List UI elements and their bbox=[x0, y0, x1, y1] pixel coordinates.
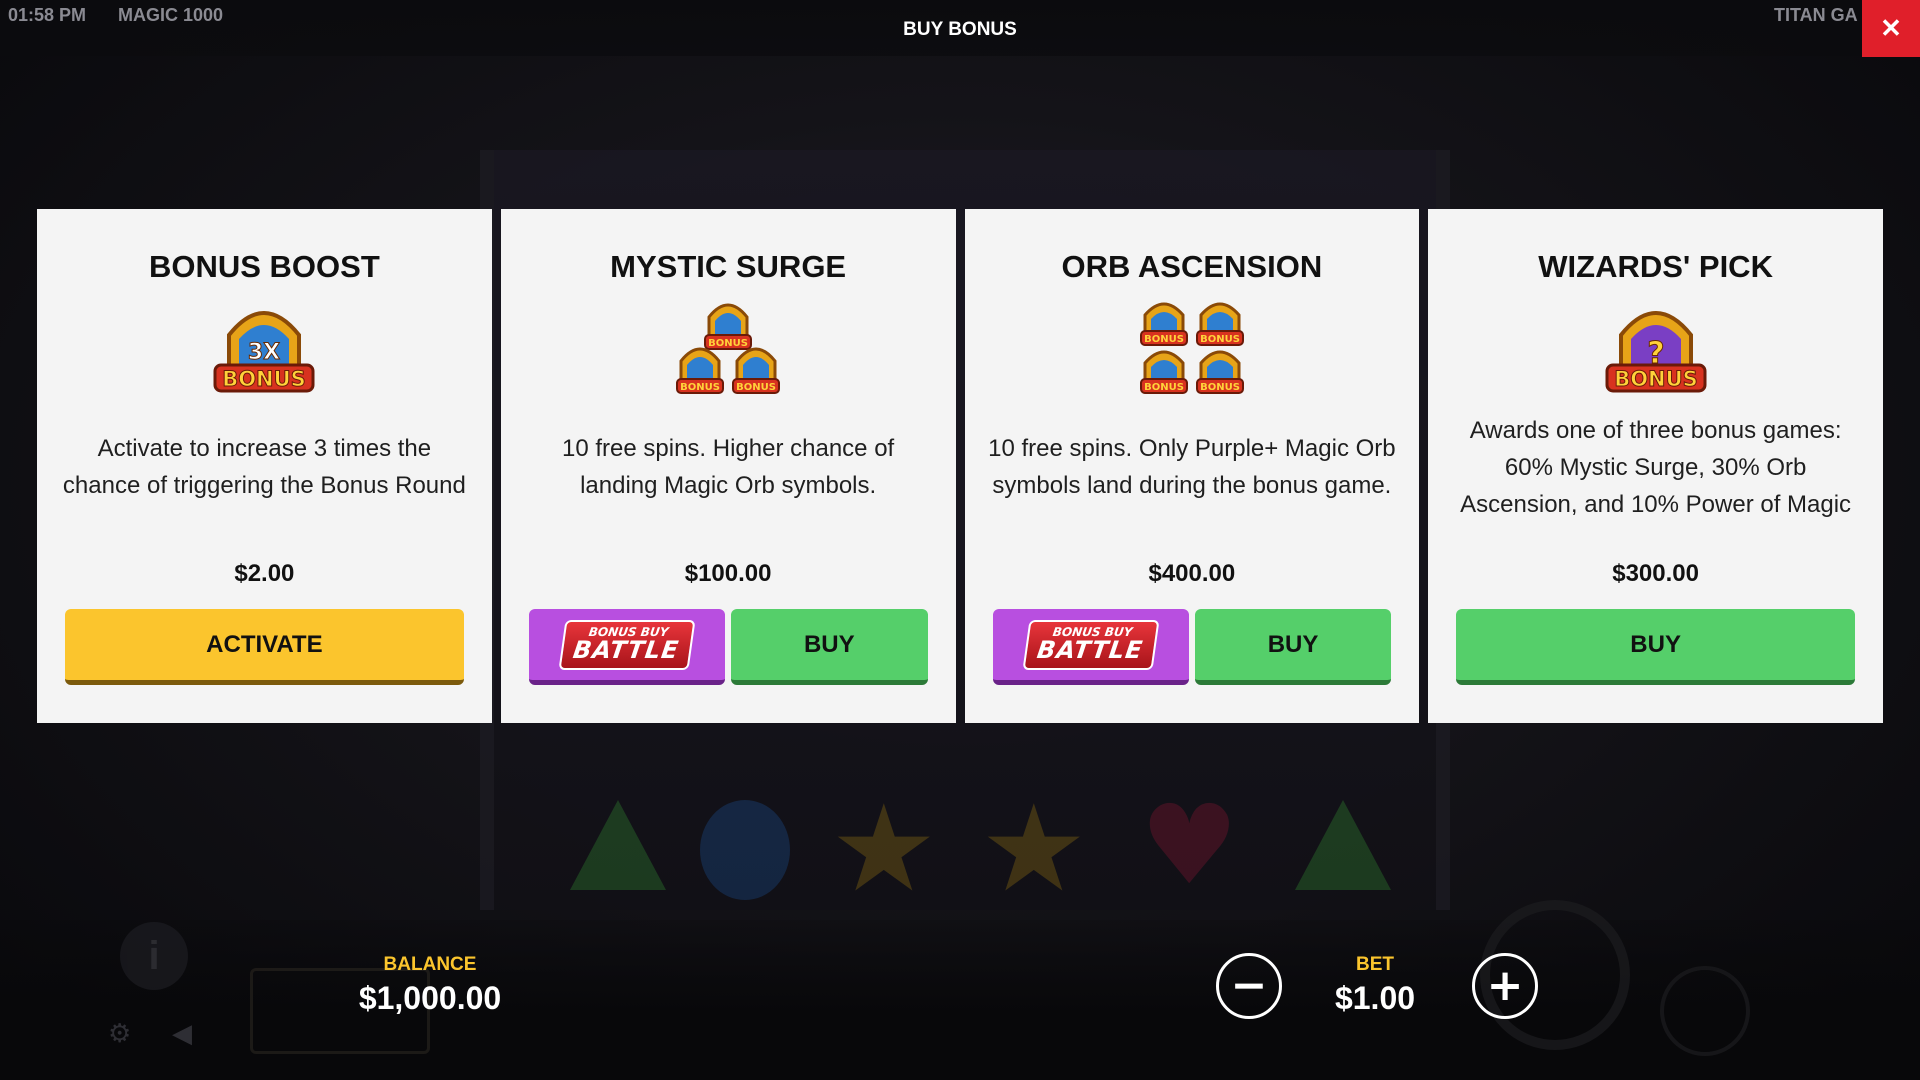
game-screen: ★ ★ ♥ 01:58 PM MAGIC 1000 BUY BONUS TITA… bbox=[0, 0, 1920, 1080]
bonus-buy-battle-logo: BONUS BUY BATTLE bbox=[558, 619, 696, 670]
card-title: ORB ASCENSION bbox=[1061, 249, 1323, 284]
bonus-card-mystic-surge: MYSTIC SURGE BONUS BONUS BONUS 10 free s… bbox=[500, 209, 956, 723]
icon-bonus-text: BONUS bbox=[223, 367, 307, 391]
card-title: MYSTIC SURGE bbox=[610, 249, 847, 284]
battle-logo-main: BATTLE bbox=[571, 635, 681, 664]
minus-icon: − bbox=[1230, 960, 1268, 1011]
bonus-quad-icon: BONUS BONUS BONUS BONUS bbox=[1139, 302, 1244, 394]
buy-button[interactable]: BUY bbox=[1194, 609, 1392, 685]
buy-button[interactable]: BUY bbox=[1456, 609, 1855, 685]
card-buttons: BUY bbox=[1456, 609, 1855, 685]
background-star: ★ bbox=[980, 780, 1088, 919]
buy-button[interactable]: BUY bbox=[731, 609, 928, 685]
bet-value: $1.00 bbox=[1334, 980, 1416, 1016]
icon-bonus-text: BONUS bbox=[736, 382, 776, 393]
close-button[interactable]: ✕ bbox=[1862, 0, 1920, 57]
bonus-buy-battle-button[interactable]: BONUS BUY BATTLE bbox=[528, 609, 726, 685]
icon-bonus-text: BONUS bbox=[1144, 334, 1184, 345]
background-green-gem bbox=[570, 800, 666, 890]
bet-label: BET bbox=[1356, 954, 1394, 975]
gear-icon: ⚙ bbox=[108, 1018, 132, 1048]
background-green-gem bbox=[1295, 800, 1391, 890]
background-autoplay-button bbox=[1660, 966, 1750, 1056]
info-icon: i bbox=[120, 922, 188, 990]
top-bar: 01:58 PM MAGIC 1000 BUY BONUS TITAN GA ✕ bbox=[0, 0, 1920, 57]
card-price: $300.00 bbox=[1612, 560, 1699, 587]
close-icon: ✕ bbox=[1880, 13, 1902, 43]
card-buttons: ACTIVATE bbox=[65, 609, 464, 685]
plus-icon: + bbox=[1486, 960, 1524, 1011]
card-buttons: BONUS BUY BATTLE BUY bbox=[528, 609, 928, 685]
card-description: Awards one of three bonus games: 60% Mys… bbox=[1460, 416, 1852, 518]
card-title: BONUS BOOST bbox=[148, 249, 380, 284]
card-price: $2.00 bbox=[234, 560, 295, 587]
page-title: BUY BONUS bbox=[903, 19, 1017, 40]
icon-bonus-text: BONUS bbox=[1200, 382, 1240, 393]
card-price: $100.00 bbox=[684, 560, 772, 587]
bonus-buy-battle-logo: BONUS BUY BATTLE bbox=[1022, 619, 1159, 670]
provider-name: TITAN GA bbox=[1774, 5, 1858, 25]
icon-bonus-text: BONUS bbox=[1200, 334, 1240, 345]
speaker-icon: ◀ bbox=[172, 1018, 192, 1048]
icon-bonus-text: BONUS bbox=[1614, 367, 1698, 391]
icon-bonus-text: BONUS bbox=[680, 382, 720, 393]
icon-multiplier: 3X bbox=[248, 340, 280, 365]
bonus-mystery-icon: ? BONUS bbox=[1605, 311, 1707, 393]
background-heart: ♥ bbox=[1140, 781, 1239, 909]
icon-bonus-text: BONUS bbox=[1144, 382, 1184, 393]
bonus-card-wizards-pick: WIZARDS' PICK ? BONUS Awards one of thre… bbox=[1428, 209, 1883, 723]
card-buttons: BONUS BUY BATTLE BUY bbox=[992, 609, 1392, 685]
card-description: 10 free spins. Only Purple+ Magic Orb sy… bbox=[988, 435, 1396, 499]
card-title: WIZARDS' PICK bbox=[1538, 249, 1773, 284]
bonus-card-bonus-boost: BONUS BOOST 3X BONUS Activate to increas… bbox=[37, 209, 492, 723]
balance-label: BALANCE bbox=[383, 954, 477, 975]
background-blue-orb bbox=[700, 800, 790, 900]
card-description: 10 free spins. Higher chance of landing … bbox=[562, 435, 895, 499]
balance-value: $1,000.00 bbox=[358, 980, 502, 1016]
bonus-buy-battle-button[interactable]: BONUS BUY BATTLE bbox=[992, 609, 1189, 685]
bonus-3x-icon: 3X BONUS bbox=[213, 311, 315, 393]
card-price: $400.00 bbox=[1148, 560, 1236, 587]
increase-bet-button[interactable]: + bbox=[1472, 953, 1538, 1019]
bonus-card-orb-ascension: ORB ASCENSION BONUS BONUS BONUS BONUS 10… bbox=[964, 209, 1420, 723]
activate-button[interactable]: ACTIVATE bbox=[65, 609, 464, 685]
icon-bonus-text: BONUS bbox=[708, 338, 748, 349]
card-description: Activate to increase 3 times the chance … bbox=[62, 435, 466, 499]
battle-logo-main: BATTLE bbox=[1035, 635, 1145, 664]
decrease-bet-button[interactable]: − bbox=[1216, 953, 1282, 1019]
background-star: ★ bbox=[830, 780, 938, 919]
bonus-triple-icon: BONUS BONUS BONUS bbox=[676, 303, 781, 394]
bonus-cards: BONUS BOOST 3X BONUS Activate to increas… bbox=[37, 209, 1883, 723]
